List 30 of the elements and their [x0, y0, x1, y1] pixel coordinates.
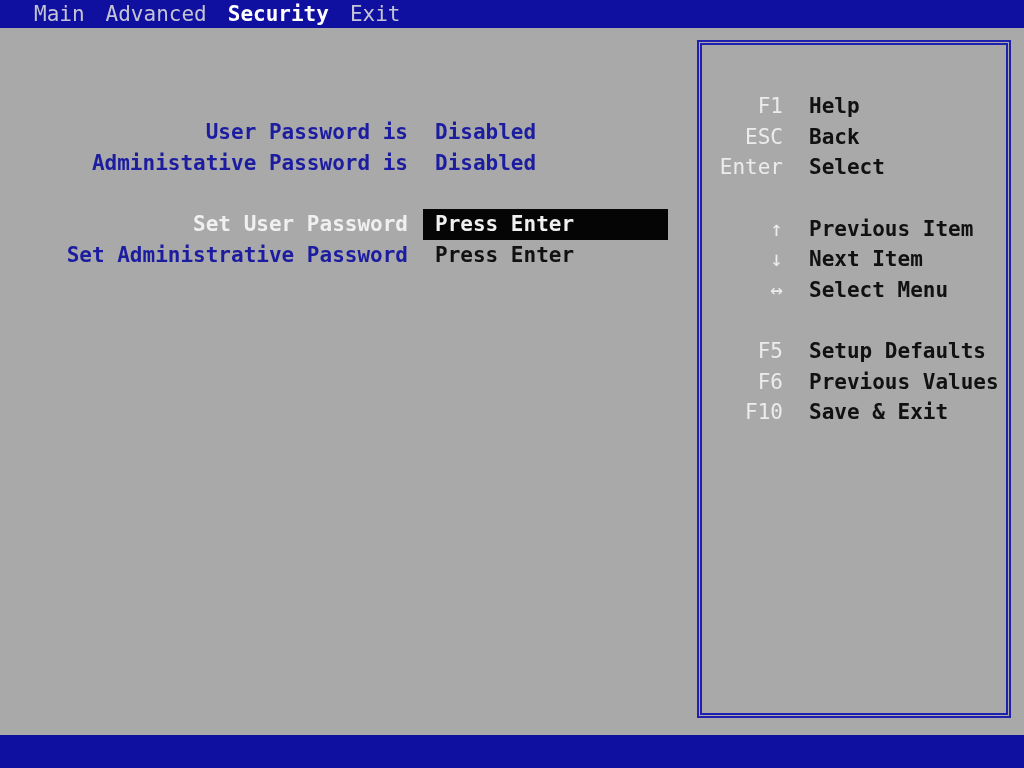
help-key: F1: [702, 91, 783, 122]
help-key: Enter: [702, 152, 783, 183]
help-key: F5: [702, 336, 783, 367]
help-key: ESC: [702, 121, 783, 152]
setting-value: Disabled: [434, 149, 538, 177]
help-action: Select: [809, 154, 885, 181]
option-label: Set Administrative Password: [65, 241, 408, 269]
help-key: ↓: [702, 244, 783, 275]
setting-label: Administative Password is: [90, 149, 408, 177]
help-key: ↔: [702, 274, 783, 305]
menu-tab[interactable]: Security: [223, 1, 333, 27]
menu-tab[interactable]: Main: [30, 1, 89, 27]
option-value[interactable]: Press Enter: [423, 239, 668, 270]
setting-label: User Password is: [204, 119, 408, 146]
help-action: Previous Values: [809, 368, 999, 396]
help-action: Previous Item: [809, 215, 974, 243]
menu-tab[interactable]: Advanced: [101, 1, 211, 27]
help-key: F10: [702, 397, 783, 428]
help-action: Back: [809, 123, 860, 151]
option-label: Set User Password: [192, 211, 408, 238]
help-action: Next Item: [809, 246, 923, 273]
help-action: Help: [809, 93, 860, 120]
help-key: F6: [702, 366, 783, 397]
menu-tab[interactable]: Exit: [345, 1, 405, 27]
option-value[interactable]: Press Enter: [423, 209, 668, 240]
setting-value: Disabled: [434, 119, 538, 146]
help-action: Setup Defaults: [809, 338, 986, 365]
help-action: Save & Exit: [809, 399, 949, 426]
help-key: ↑: [702, 213, 783, 244]
help-action: Select Menu: [809, 276, 949, 304]
